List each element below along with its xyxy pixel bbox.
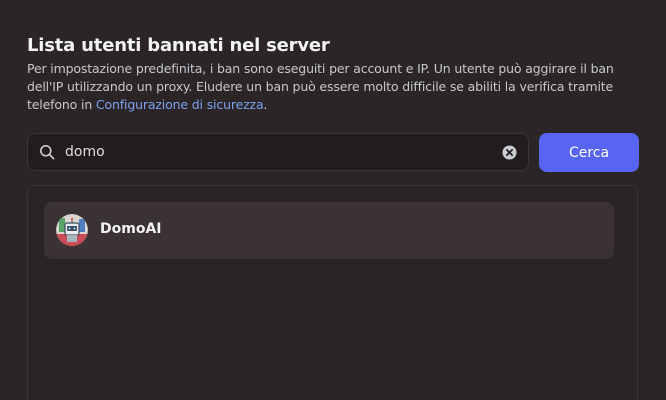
search-box: [27, 133, 529, 171]
search-input[interactable]: [65, 134, 485, 170]
page-title: Lista utenti bannati nel server: [27, 35, 330, 56]
security-settings-link[interactable]: Configurazione di sicurezza: [96, 97, 264, 112]
search-icon: [40, 145, 55, 160]
clear-icon[interactable]: [502, 145, 517, 160]
page-description: Per impostazione predefinita, i ban sono…: [27, 60, 642, 114]
search-button[interactable]: Cerca: [539, 133, 639, 172]
description-trailing: .: [263, 97, 268, 112]
banned-user-row[interactable]: DomoAI: [44, 202, 614, 259]
domoai-avatar: [56, 214, 88, 246]
ban-list-page: Lista utenti bannati nel server Per impo…: [0, 0, 666, 400]
banned-username: DomoAI: [100, 221, 162, 237]
robot-avatar-icon: [56, 214, 88, 246]
results-list: DomoAI: [27, 185, 638, 400]
